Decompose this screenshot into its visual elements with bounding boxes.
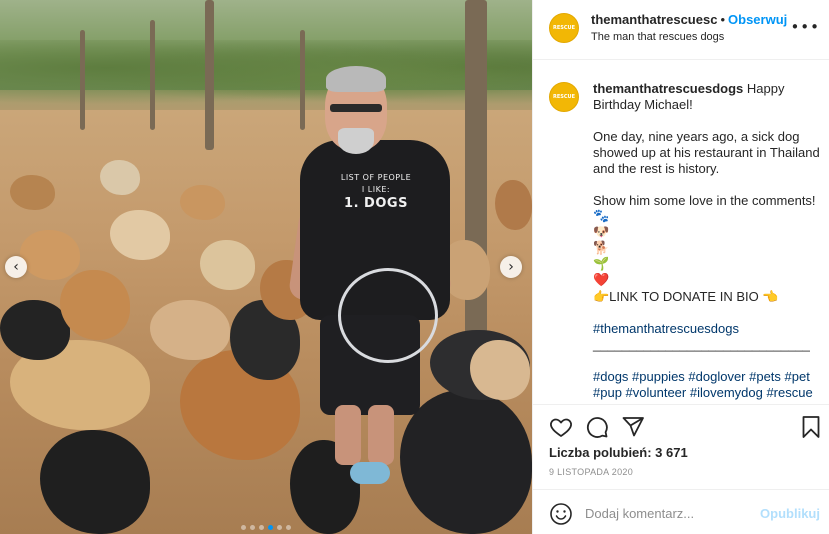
person-leg: [335, 405, 361, 465]
tree-trunk: [150, 20, 155, 130]
caption-username-link[interactable]: themanthatrescuesdogs: [593, 81, 743, 96]
dog: [180, 185, 225, 220]
paw-emoji: 🐾: [593, 209, 610, 224]
likes-count[interactable]: Liczba polubień: 3 671: [549, 445, 688, 460]
chevron-right-icon: ›: [508, 259, 514, 275]
dog: [0, 300, 70, 360]
carousel-next-button[interactable]: ›: [500, 256, 522, 278]
avatar[interactable]: RESCUE: [549, 13, 579, 43]
tree-trunk: [300, 30, 305, 130]
dog: [60, 270, 130, 340]
dog-face-emoji: 🐶: [593, 225, 610, 240]
carousel-dot: [268, 525, 273, 530]
carousel-dot: [259, 525, 264, 530]
dog: [495, 180, 532, 230]
tree-trunk: [205, 0, 214, 150]
add-comment-bar: Opublikuj: [533, 489, 829, 534]
post-photo[interactable]: LIST OF PEOPLE I LIKE: 1. DOGS ‹ ›: [0, 0, 532, 534]
hashtag-link[interactable]: #themanthatrescuesdogs: [593, 321, 825, 337]
chevron-left-icon: ‹: [13, 259, 19, 275]
separator-dot: •: [720, 12, 726, 27]
post-sidebar: RESCUE themanthatrescuesc • Obserwuj The m…: [532, 0, 829, 534]
dog-emoji: 🐕: [593, 241, 610, 256]
caption-first-paragraph: themanthatrescuesdogs Happy Birthday Mic…: [593, 81, 825, 113]
carousel-dot: [286, 525, 291, 530]
hashtags-list[interactable]: #dogs #puppies #doglover #pets #pet #pup…: [593, 369, 825, 401]
dog: [200, 240, 255, 290]
dog: [20, 230, 80, 280]
tree-trunk: [80, 30, 85, 130]
dog: [470, 340, 530, 400]
person-leg: [368, 405, 394, 465]
caption-cta: Show him some love in the comments!: [593, 193, 816, 208]
heart-emoji: ❤️: [593, 273, 610, 288]
avatar-logo-text: RESCUE: [552, 94, 575, 100]
dog: [10, 175, 55, 210]
bookmark-icon[interactable]: [799, 415, 823, 439]
header-title-row: themanthatrescuesc • Obserwuj: [591, 12, 821, 27]
caption-story: One day, nine years ago, a sick dog show…: [593, 129, 820, 176]
more-options-icon[interactable]: •••: [790, 18, 820, 36]
comment-icon[interactable]: [585, 415, 609, 439]
carousel-dot: [277, 525, 282, 530]
publish-button[interactable]: Opublikuj: [760, 506, 820, 521]
caption-donate: 👉LINK TO DONATE IN BIO 👈: [593, 289, 779, 304]
person-shoe: [350, 462, 390, 484]
carousel-indicator: [0, 517, 532, 534]
account-subtitle[interactable]: The man that rescues dogs: [591, 31, 724, 43]
dog: [110, 210, 170, 260]
shirt-print: LIST OF PEOPLE I LIKE: 1. DOGS: [316, 172, 436, 212]
share-icon[interactable]: [621, 415, 645, 439]
shirt-text-big: 1. DOGS: [344, 196, 408, 211]
metal-ring: [338, 268, 438, 363]
comment-input[interactable]: [585, 502, 755, 524]
avatar[interactable]: RESCUE: [549, 82, 579, 112]
person-glasses: [330, 104, 382, 112]
shirt-text-line2: I LIKE:: [361, 185, 391, 194]
shirt-text-line1: LIST OF PEOPLE: [340, 173, 412, 182]
seedling-emoji: 🌱: [593, 257, 610, 272]
person-hair: [326, 66, 386, 92]
comments-area: RESCUE themanthatrescuesdogs Happy Birth…: [533, 61, 829, 403]
post-header: RESCUE themanthatrescuesc • Obserwuj The m…: [533, 0, 829, 60]
emoji-icon[interactable]: [549, 502, 573, 526]
post-date[interactable]: 9 LISTOPADA 2020: [549, 467, 633, 477]
dog: [100, 160, 140, 195]
post-actions: Liczba polubień: 3 671 9 LISTOPADA 2020 …: [533, 404, 829, 534]
carousel-dot: [241, 525, 246, 530]
heart-icon[interactable]: [549, 415, 573, 439]
carousel-prev-button[interactable]: ‹: [5, 256, 27, 278]
person-beard: [338, 128, 374, 154]
post-caption: themanthatrescuesdogs Happy Birthday Mic…: [593, 81, 825, 401]
carousel-dot: [250, 525, 255, 530]
follow-button[interactable]: Obserwuj: [728, 12, 787, 27]
caption-divider: ______________________________: [593, 337, 810, 352]
avatar-logo-text: RESCUE: [552, 25, 575, 31]
username-link[interactable]: themanthatrescuesc: [591, 12, 717, 27]
